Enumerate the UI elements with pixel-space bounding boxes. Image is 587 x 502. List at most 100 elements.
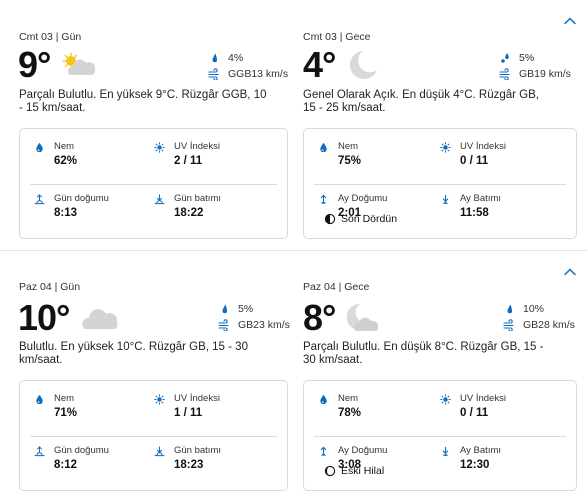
raindrop-icon — [208, 52, 220, 64]
divider — [314, 436, 566, 437]
temperature: 10° — [18, 297, 70, 338]
sunrise-label: Gün doğumu — [54, 445, 109, 456]
precipitation: 5% — [499, 52, 534, 64]
forecast-description: Parçalı Bulutlu. En düşük 8°C. Rüzgâr GB… — [303, 341, 544, 366]
forecast-description: Parçalı Bulutlu. En yüksek 9°C. Rüzgâr G… — [19, 89, 267, 114]
wind-icon — [499, 68, 511, 80]
uv-sun-icon — [440, 142, 451, 153]
forecast-day-section: Cmt 03 | Gün 9° 4% GGB13 km/s Parçalı Bu… — [0, 0, 587, 251]
raindrop-icon — [503, 303, 515, 315]
wind-value: GB28 km/s — [523, 319, 575, 331]
moon-phase: Son Dördün — [324, 213, 397, 225]
partly-cloudy-day-icon — [62, 52, 96, 75]
moonset-icon — [440, 446, 451, 457]
temperature: 8° — [303, 297, 336, 338]
sunset-label: Gün batımı — [174, 445, 221, 456]
precipitation-value: 10% — [523, 303, 545, 315]
sunset-icon — [154, 446, 165, 457]
wind: GB23 km/s — [218, 319, 290, 331]
moon-phase-label: Eski Hilal — [341, 465, 385, 477]
precipitation-value: 5% — [519, 52, 535, 64]
night-panel: Paz 04 | Gece 8° 10% GB28 km/s Parçalı B… — [290, 251, 587, 502]
wind-value: GB19 km/s — [519, 68, 571, 80]
night-panel: Cmt 03 | Gece 4° 5% GB19 km/s Genel Olar… — [290, 0, 587, 251]
day-panel: Paz 04 | Gün 10° 5% GB23 km/s Bulutlu. E… — [0, 251, 290, 502]
forecast-description: Genel Olarak Açık. En düşük 4°C. Rüzgâr … — [303, 89, 539, 114]
humidity-label: Nem — [54, 393, 75, 404]
wind-icon — [218, 319, 230, 331]
temperature: 4° — [303, 44, 336, 85]
divider — [30, 436, 277, 437]
raindrop-icon — [218, 303, 230, 315]
moonrise-icon — [318, 446, 329, 457]
moonrise-label: Ay Doğumu — [338, 445, 388, 456]
uv-label: UV İndeksi — [460, 141, 506, 152]
uv-value: 0 / 11 — [460, 155, 489, 167]
wind: GB19 km/s — [499, 68, 571, 80]
moonset-icon — [440, 194, 451, 205]
precipitation-value: 5% — [238, 303, 254, 315]
half-moon-icon — [324, 213, 336, 225]
sunrise-value: 8:12 — [54, 459, 78, 471]
raindrops-icon — [499, 52, 511, 64]
humidity-icon — [318, 142, 329, 153]
uv-sun-icon — [440, 394, 451, 405]
moonset-value: 12:30 — [460, 459, 490, 471]
details-card: Nem 71% UV İndeksi 1 / 11 Gün doğumu 8:1… — [19, 380, 288, 491]
forecast-day-section: Paz 04 | Gün 10° 5% GB23 km/s Bulutlu. E… — [0, 251, 587, 502]
divider — [314, 184, 566, 185]
uv-label: UV İndeksi — [460, 393, 506, 404]
humidity-label: Nem — [54, 141, 75, 152]
uv-label: UV İndeksi — [174, 141, 220, 152]
divider — [30, 184, 277, 185]
humidity-icon — [34, 394, 45, 405]
humidity-value: 75% — [338, 155, 362, 167]
wind: GGB13 km/s — [208, 68, 288, 80]
humidity-icon — [34, 142, 45, 153]
uv-value: 0 / 11 — [460, 407, 489, 419]
moonset-label: Ay Batımı — [460, 445, 502, 456]
cloudy-icon — [82, 309, 118, 329]
precipitation: 10% — [503, 303, 544, 315]
wind-icon — [503, 319, 515, 331]
moon-phase: Eski Hilal — [324, 465, 384, 477]
temperature: 9° — [18, 44, 51, 85]
uv-sun-icon — [154, 394, 165, 405]
precipitation-value: 4% — [228, 52, 244, 64]
uv-value: 1 / 11 — [174, 407, 203, 419]
sunrise-icon — [34, 194, 45, 205]
crescent-moon-icon — [324, 465, 336, 477]
wind-icon — [208, 68, 220, 80]
humidity-value: 78% — [338, 407, 362, 419]
period-header: Cmt 03 | Gün — [19, 31, 82, 43]
details-card: Nem 78% UV İndeksi 0 / 11 Ay Doğumu 3:08… — [303, 380, 577, 491]
sunset-value: 18:23 — [174, 459, 204, 471]
humidity-icon — [318, 394, 329, 405]
period-header: Cmt 03 | Gece — [303, 31, 371, 43]
wind: GB28 km/s — [503, 319, 575, 331]
partly-cloudy-night-icon — [346, 303, 379, 331]
period-header: Paz 04 | Gece — [303, 281, 370, 293]
humidity-label: Nem — [338, 141, 359, 152]
humidity-label: Nem — [338, 393, 359, 404]
sunset-label: Gün batımı — [174, 193, 221, 204]
wind-value: GGB13 km/s — [228, 68, 289, 80]
precipitation: 4% — [208, 52, 243, 64]
moonrise-label: Ay Doğumu — [338, 193, 388, 204]
sunrise-value: 8:13 — [54, 207, 78, 219]
sunset-icon — [154, 194, 165, 205]
sunrise-label: Gün doğumu — [54, 193, 109, 204]
sunset-value: 18:22 — [174, 207, 204, 219]
humidity-value: 62% — [54, 155, 78, 167]
moonset-value: 11:58 — [460, 207, 489, 219]
uv-sun-icon — [154, 142, 165, 153]
day-panel: Cmt 03 | Gün 9° 4% GGB13 km/s Parçalı Bu… — [0, 0, 290, 251]
forecast-description: Bulutlu. En yüksek 10°C. Rüzgâr GB, 15 -… — [19, 341, 248, 366]
uv-value: 2 / 11 — [174, 155, 203, 167]
details-card: Nem 75% UV İndeksi 0 / 11 Ay Doğumu 2:01… — [303, 128, 577, 239]
clear-night-moon-icon — [349, 51, 377, 79]
precipitation: 5% — [218, 303, 253, 315]
sunrise-icon — [34, 446, 45, 457]
moonset-label: Ay Batımı — [460, 193, 502, 204]
period-header: Paz 04 | Gün — [19, 281, 81, 293]
